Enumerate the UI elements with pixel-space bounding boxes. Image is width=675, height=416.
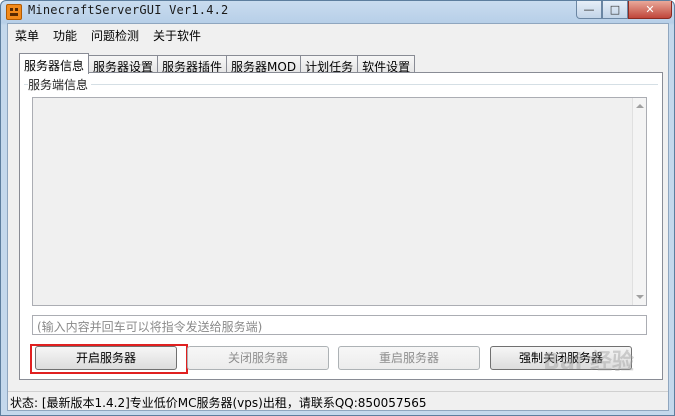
minimize-button[interactable]: —: [576, 1, 602, 19]
restart-server-button[interactable]: 重启服务器: [338, 346, 480, 370]
menu-item-about[interactable]: 关于软件: [146, 24, 208, 45]
status-bar: 状态: [最新版本1.4.2]专业低价MC服务器(vps)出租，请联系QQ:85…: [8, 391, 668, 410]
window-controls: — □ ✕: [576, 1, 672, 19]
tab-server-settings[interactable]: 服务器设置: [88, 55, 159, 74]
tab-server-mod[interactable]: 服务器MOD: [226, 55, 302, 74]
menu-item-diagnostics[interactable]: 问题检测: [84, 24, 146, 45]
menu-bar: 菜单 功能 问题检测 关于软件: [8, 24, 668, 45]
title-bar[interactable]: MinecraftServerGUI Ver1.4.2 — □ ✕: [1, 1, 674, 23]
window-title: MinecraftServerGUI Ver1.4.2: [28, 3, 229, 17]
groupbox-divider: [24, 84, 658, 85]
menu-item-menu[interactable]: 菜单: [8, 24, 46, 45]
server-console-output[interactable]: [32, 97, 647, 306]
tab-server-info[interactable]: 服务器信息: [19, 53, 90, 74]
tab-software-settings[interactable]: 软件设置: [357, 55, 416, 74]
scroll-down-icon[interactable]: [636, 295, 644, 299]
force-stop-server-button[interactable]: 强制关闭服务器: [490, 346, 632, 370]
server-info-panel: 服务端信息 (输入内容并回车可以将指令发送给服务端) 开启服务器 关闭服务器 重…: [19, 72, 663, 380]
menu-item-function[interactable]: 功能: [46, 24, 84, 45]
command-input[interactable]: (输入内容并回车可以将指令发送给服务端): [32, 315, 647, 335]
console-scrollbar[interactable]: [632, 98, 646, 305]
tab-scheduled-tasks[interactable]: 计划任务: [300, 55, 359, 74]
stop-server-button[interactable]: 关闭服务器: [187, 346, 329, 370]
tab-server-plugins[interactable]: 服务器插件: [157, 55, 228, 74]
maximize-button[interactable]: □: [602, 1, 628, 19]
scroll-up-icon[interactable]: [636, 104, 644, 108]
tab-strip: 服务器信息 服务器设置 服务器插件 服务器MOD 计划任务 软件设置: [19, 53, 416, 74]
groupbox-label: 服务端信息: [28, 76, 92, 93]
app-window: MinecraftServerGUI Ver1.4.2 — □ ✕ 菜单 功能 …: [0, 0, 675, 416]
client-area: 菜单 功能 问题检测 关于软件 服务器信息 服务器设置 服务器插件 服务器MOD…: [7, 23, 669, 411]
close-button[interactable]: ✕: [628, 1, 672, 19]
app-icon: [6, 4, 22, 20]
start-server-button[interactable]: 开启服务器: [35, 346, 177, 370]
